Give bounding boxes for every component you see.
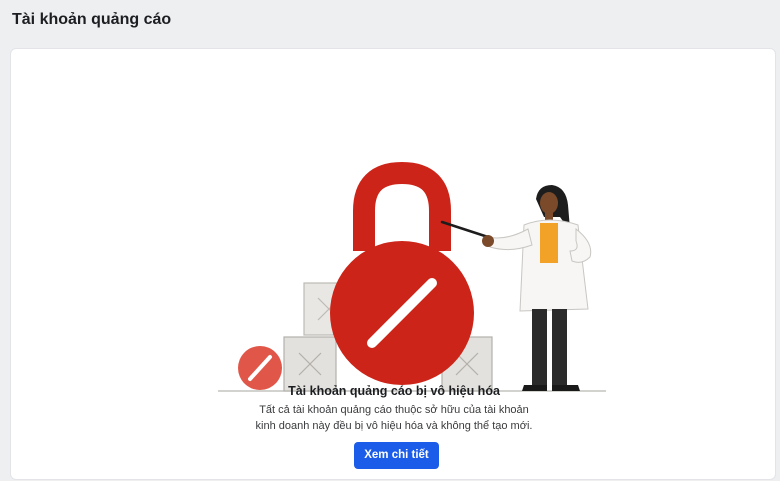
content-card: Tài khoản quảng cáo bị vô hiệu hóa Tất c… — [10, 48, 776, 480]
page: Tài khoản quảng cáo Tài khoản quảng cáo … — [0, 0, 780, 481]
disabled-notice-title: Tài khoản quảng cáo bị vô hiệu hóa — [288, 384, 500, 398]
padlock-icon — [330, 161, 474, 385]
page-title: Tài khoản quảng cáo — [12, 11, 172, 28]
view-details-button[interactable]: Xem chi tiết — [354, 442, 439, 469]
disabled-notice-description-line1: Tất cả tài khoản quảng cáo thuộc sở hữu … — [259, 404, 529, 416]
disabled-notice-description-line2: kinh doanh này đều bị vô hiệu hóa và khô… — [255, 420, 533, 432]
presenter-figure — [482, 185, 592, 391]
box-icon — [283, 336, 337, 392]
disabled-account-illustration — [218, 161, 606, 392]
